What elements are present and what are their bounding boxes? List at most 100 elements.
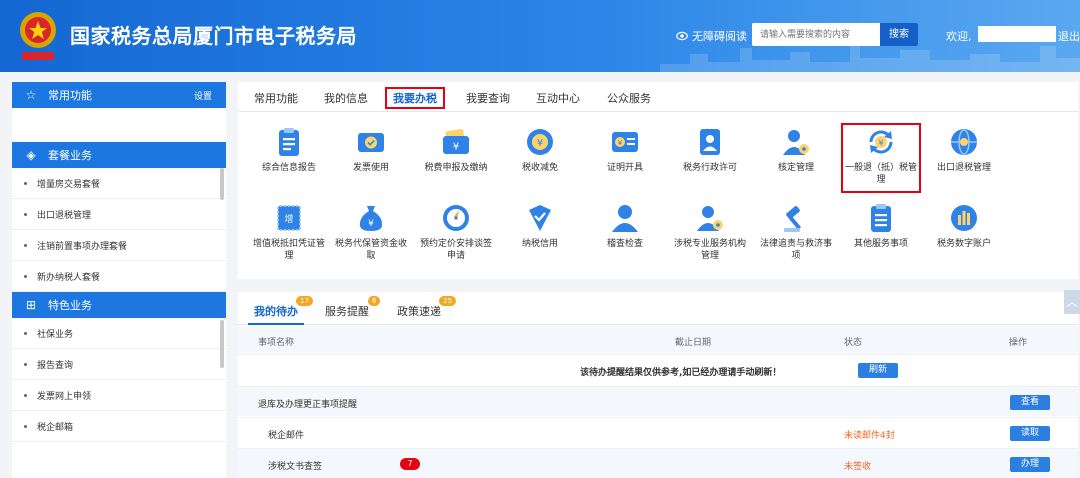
sidebar-item-package-0[interactable]: 增量房交易套餐 [12, 168, 226, 199]
header: 国家税务总局厦门市电子税务局 无障碍阅读 搜索 欢迎, 退出 [0, 0, 1080, 72]
function-item-11[interactable]: 预约定价安排谈签申请 [416, 202, 496, 262]
col-action: 操作 [1009, 338, 1028, 348]
main-tabs: 常用功能 我的信息 我要办税 我要查询 互动中心 公众服务 [238, 82, 1078, 112]
credit-shield-icon [529, 205, 551, 231]
sidebar-item-label: 发票网上申领 [37, 391, 92, 402]
function-item-9[interactable]: 增 增值税抵扣凭证管理 [249, 202, 329, 262]
clipboard-icon [279, 128, 299, 156]
function-label: 税务代保管资金收取 [334, 239, 407, 261]
function-item-14[interactable]: 涉税专业服务机构管理 [670, 202, 750, 262]
function-label: 法律追责与救济事项 [759, 239, 832, 261]
back-to-top-button[interactable]: ︿ [1064, 290, 1080, 314]
read-button[interactable]: 读取 [1010, 426, 1050, 441]
function-item-12[interactable]: 纳税信用 [500, 202, 580, 250]
handle-button[interactable]: 办理 [1010, 457, 1050, 472]
sidebar-item-label: 报告查询 [37, 360, 74, 371]
tab-query[interactable]: 我要查询 [466, 90, 510, 106]
function-item-6[interactable]: 核定管理 [756, 126, 836, 174]
notice-text: 该待办提醒结果仅供参考,如已经办理请手动刷新！ [580, 368, 782, 378]
eye-icon [676, 31, 688, 41]
table-row: 税企邮件 未读邮件4封 读取 [238, 417, 1078, 447]
sidebar-item-special-1[interactable]: 报告查询 [12, 349, 226, 380]
col-deadline: 截止日期 [675, 338, 712, 348]
svg-text:¥: ¥ [618, 139, 623, 147]
tab-handle-tax[interactable]: 我要办税 [385, 87, 445, 109]
bullet-icon [24, 362, 27, 366]
package-icon: ◈ [26, 148, 36, 162]
bullet-icon [24, 424, 27, 428]
function-item-16[interactable]: 其他服务事项 [841, 202, 921, 250]
list-icon [871, 204, 891, 232]
function-item-0[interactable]: 综合信息报告 [249, 126, 329, 174]
tab-policy-express[interactable]: 政策速递 [397, 303, 441, 319]
sidebar-special-title: 特色业务 [48, 299, 92, 312]
function-item-3[interactable]: ¥ 税收减免 [500, 126, 580, 174]
function-item-10[interactable]: ¥ 税务代保管资金收取 [331, 202, 411, 262]
search-input[interactable] [752, 23, 878, 46]
id-card-icon [700, 129, 720, 155]
user-gear-icon [783, 130, 809, 155]
sidebar-special-scrollbar[interactable] [220, 320, 224, 368]
function-item-13[interactable]: 稽查检查 [585, 202, 665, 250]
svg-text:¥: ¥ [537, 138, 543, 149]
col-status: 状态 [844, 338, 863, 348]
sidebar-common-header[interactable]: ☆ 常用功能 设置 [12, 82, 226, 108]
tab-common[interactable]: 常用功能 [254, 90, 298, 106]
view-button[interactable]: 查看 [1010, 395, 1050, 410]
sidebar-package-header[interactable]: ◈ 套餐业务 [12, 142, 226, 168]
agency-icon [697, 206, 723, 231]
row-name: 涉税文书查签 [268, 462, 323, 472]
function-label: 发票使用 [352, 163, 389, 173]
sidebar-item-package-3[interactable]: 新办纳税人套餐 [12, 261, 226, 292]
sidebar-item-special-0[interactable]: 社保业务 [12, 318, 226, 349]
function-item-17[interactable]: 税务数字账户 [924, 202, 1004, 250]
sidebar-item-special-3[interactable]: 税企邮箱 [12, 411, 226, 442]
logout-link[interactable]: 退出 [1058, 28, 1080, 44]
search-button[interactable]: 搜索 [880, 23, 918, 46]
policy-count-badge: 25 [439, 296, 456, 306]
accessibility-link[interactable]: 无障碍阅读 [676, 28, 747, 44]
sidebar-item-label: 增量房交易套餐 [37, 179, 101, 190]
table-header: 事项名称 截止日期 状态 操作 [238, 326, 1078, 354]
function-item-8[interactable]: 出口退税管理 [924, 126, 1004, 174]
function-item-4[interactable]: ¥ 证明开具 [585, 126, 665, 174]
document-count-badge: 7 [400, 458, 420, 470]
row-status: 未读邮件4封 [844, 431, 895, 441]
sidebar-common-body [12, 108, 226, 142]
col-name: 事项名称 [258, 338, 295, 348]
sidebar-common-title: 常用功能 [48, 89, 92, 102]
sidebar-item-package-2[interactable]: 注销前置事项办理套餐 [12, 230, 226, 261]
bullet-icon [24, 331, 27, 335]
compass-icon [443, 205, 469, 231]
tab-service-reminder[interactable]: 服务提醒 [325, 303, 369, 319]
function-item-1[interactable]: 发票使用 [331, 126, 411, 174]
function-item-15[interactable]: 法律追责与救济事项 [756, 202, 836, 262]
function-item-2[interactable]: ¥ 税费申报及缴纳 [416, 126, 496, 174]
row-status: 未签收 [844, 462, 872, 472]
inspector-icon [612, 205, 638, 232]
function-label: 税务数字账户 [936, 239, 991, 249]
sidebar-package-scrollbar[interactable] [220, 168, 224, 200]
bullet-icon [24, 243, 27, 247]
table-row: 退库及办理更正事项提醒 查看 [238, 386, 1078, 416]
invoice-icon [358, 133, 384, 152]
function-label: 涉税专业服务机构管理 [673, 239, 746, 261]
sidebar-special-header[interactable]: ⊞ 特色业务 [12, 292, 226, 318]
welcome-text: 欢迎, [946, 30, 972, 43]
function-label: 其他服务事项 [853, 239, 908, 249]
function-item-5[interactable]: 税务行政许可 [670, 126, 750, 174]
tab-public[interactable]: 公众服务 [607, 90, 651, 106]
globe-icon [951, 129, 977, 155]
sidebar-item-special-2[interactable]: 发票网上申领 [12, 380, 226, 411]
tab-my-info[interactable]: 我的信息 [324, 90, 368, 106]
tax-emblem-icon [20, 12, 56, 60]
sidebar-settings-link[interactable]: 设置 [194, 89, 212, 102]
svg-text:¥: ¥ [368, 219, 374, 229]
sidebar-item-package-1[interactable]: 出口退税管理 [12, 199, 226, 230]
function-label: 稽查检查 [606, 239, 643, 249]
chevron-up-icon: ︿ [1065, 295, 1078, 309]
tab-interaction[interactable]: 互动中心 [536, 90, 580, 106]
tab-my-todo[interactable]: 我的待办 [254, 303, 298, 319]
refresh-button[interactable]: 刷新 [858, 363, 898, 378]
sidebar-item-label: 注销前置事项办理套餐 [37, 241, 128, 252]
